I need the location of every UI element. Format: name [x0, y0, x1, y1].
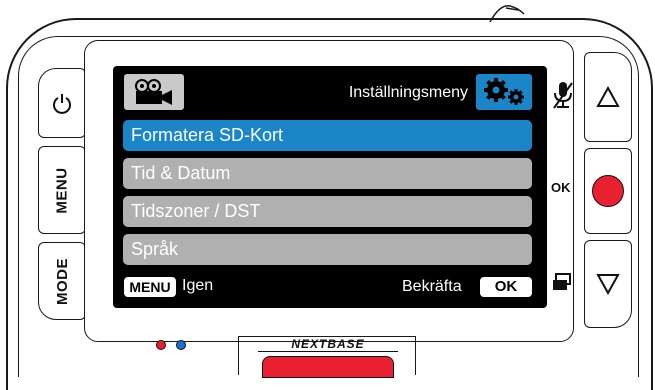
power-button[interactable] [38, 68, 86, 138]
settings-tab [476, 74, 532, 110]
back-label: Igen [182, 277, 214, 294]
screen-toggle-icon [553, 273, 571, 290]
brand-logo: NEXTBASE [258, 337, 398, 352]
power-icon [53, 94, 71, 114]
ok-key-badge: OK [480, 277, 532, 297]
menu-item-format-sd[interactable]: Formatera SD-Kort [123, 120, 532, 151]
release-button[interactable] [262, 356, 394, 378]
ok-side-label: OK [551, 180, 571, 195]
up-arrow-icon [596, 86, 620, 107]
menu-button-label: MENU [53, 166, 71, 214]
menu-item-timezones[interactable]: Tidszoner / DST [123, 196, 532, 227]
down-button[interactable] [584, 240, 632, 328]
mode-button-label: MODE [53, 257, 71, 305]
header-title: Inställningsmeny [348, 84, 468, 101]
settings-gears-icon [484, 78, 524, 105]
record-button[interactable] [584, 148, 632, 234]
microphone-muted-icon [553, 82, 573, 109]
red-led-indicator [156, 340, 166, 350]
video-camera-icon [135, 79, 172, 105]
down-arrow-icon [596, 274, 620, 295]
menu-item-language[interactable]: Språk [123, 234, 532, 265]
video-mode-tab [124, 74, 184, 110]
up-button[interactable] [584, 52, 632, 142]
menu-button[interactable]: MENU [38, 146, 86, 234]
menu-key-badge: MENU [124, 277, 176, 297]
record-icon [592, 175, 624, 207]
menu-item-time-date[interactable]: Tid & Datum [123, 158, 532, 189]
confirm-label: Bekräfta [402, 278, 462, 295]
mount-clip-icon [489, 5, 525, 22]
mode-button[interactable]: MODE [38, 242, 86, 320]
blue-led-indicator [176, 340, 186, 350]
